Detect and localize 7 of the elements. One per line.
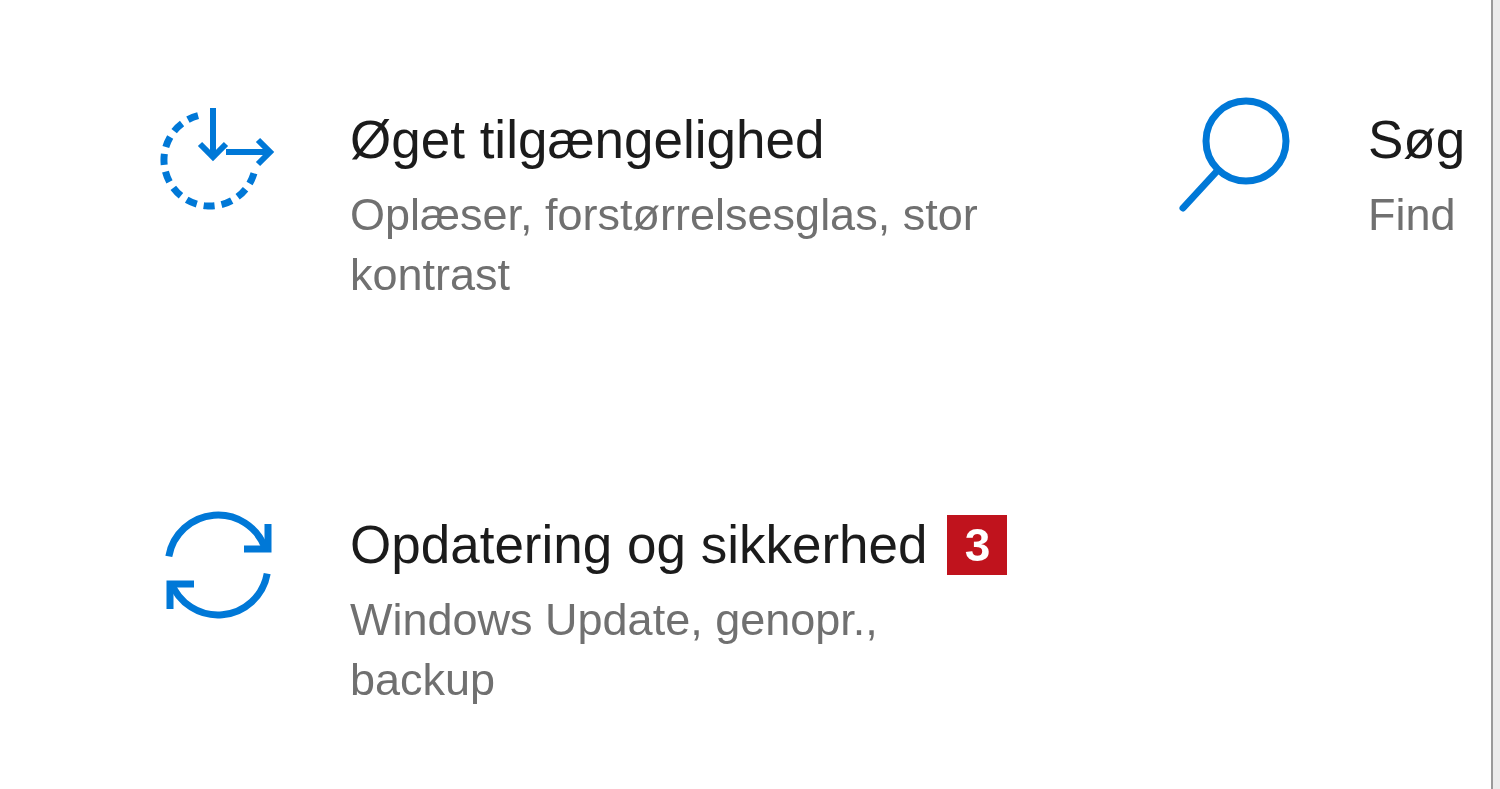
category-description: Windows Update, genopr., backup [350, 593, 879, 707]
category-description: Oplæser, forstørrelsesglas, stor kontrast [350, 188, 979, 302]
category-title[interactable]: Søg [1368, 107, 1466, 173]
category-title[interactable]: Øget tilgængelighed [350, 107, 825, 173]
category-title[interactable]: Opdatering og sikkerhed [350, 512, 928, 578]
notification-badge: 3 [947, 515, 1008, 575]
category-description: Find [1368, 188, 1456, 242]
